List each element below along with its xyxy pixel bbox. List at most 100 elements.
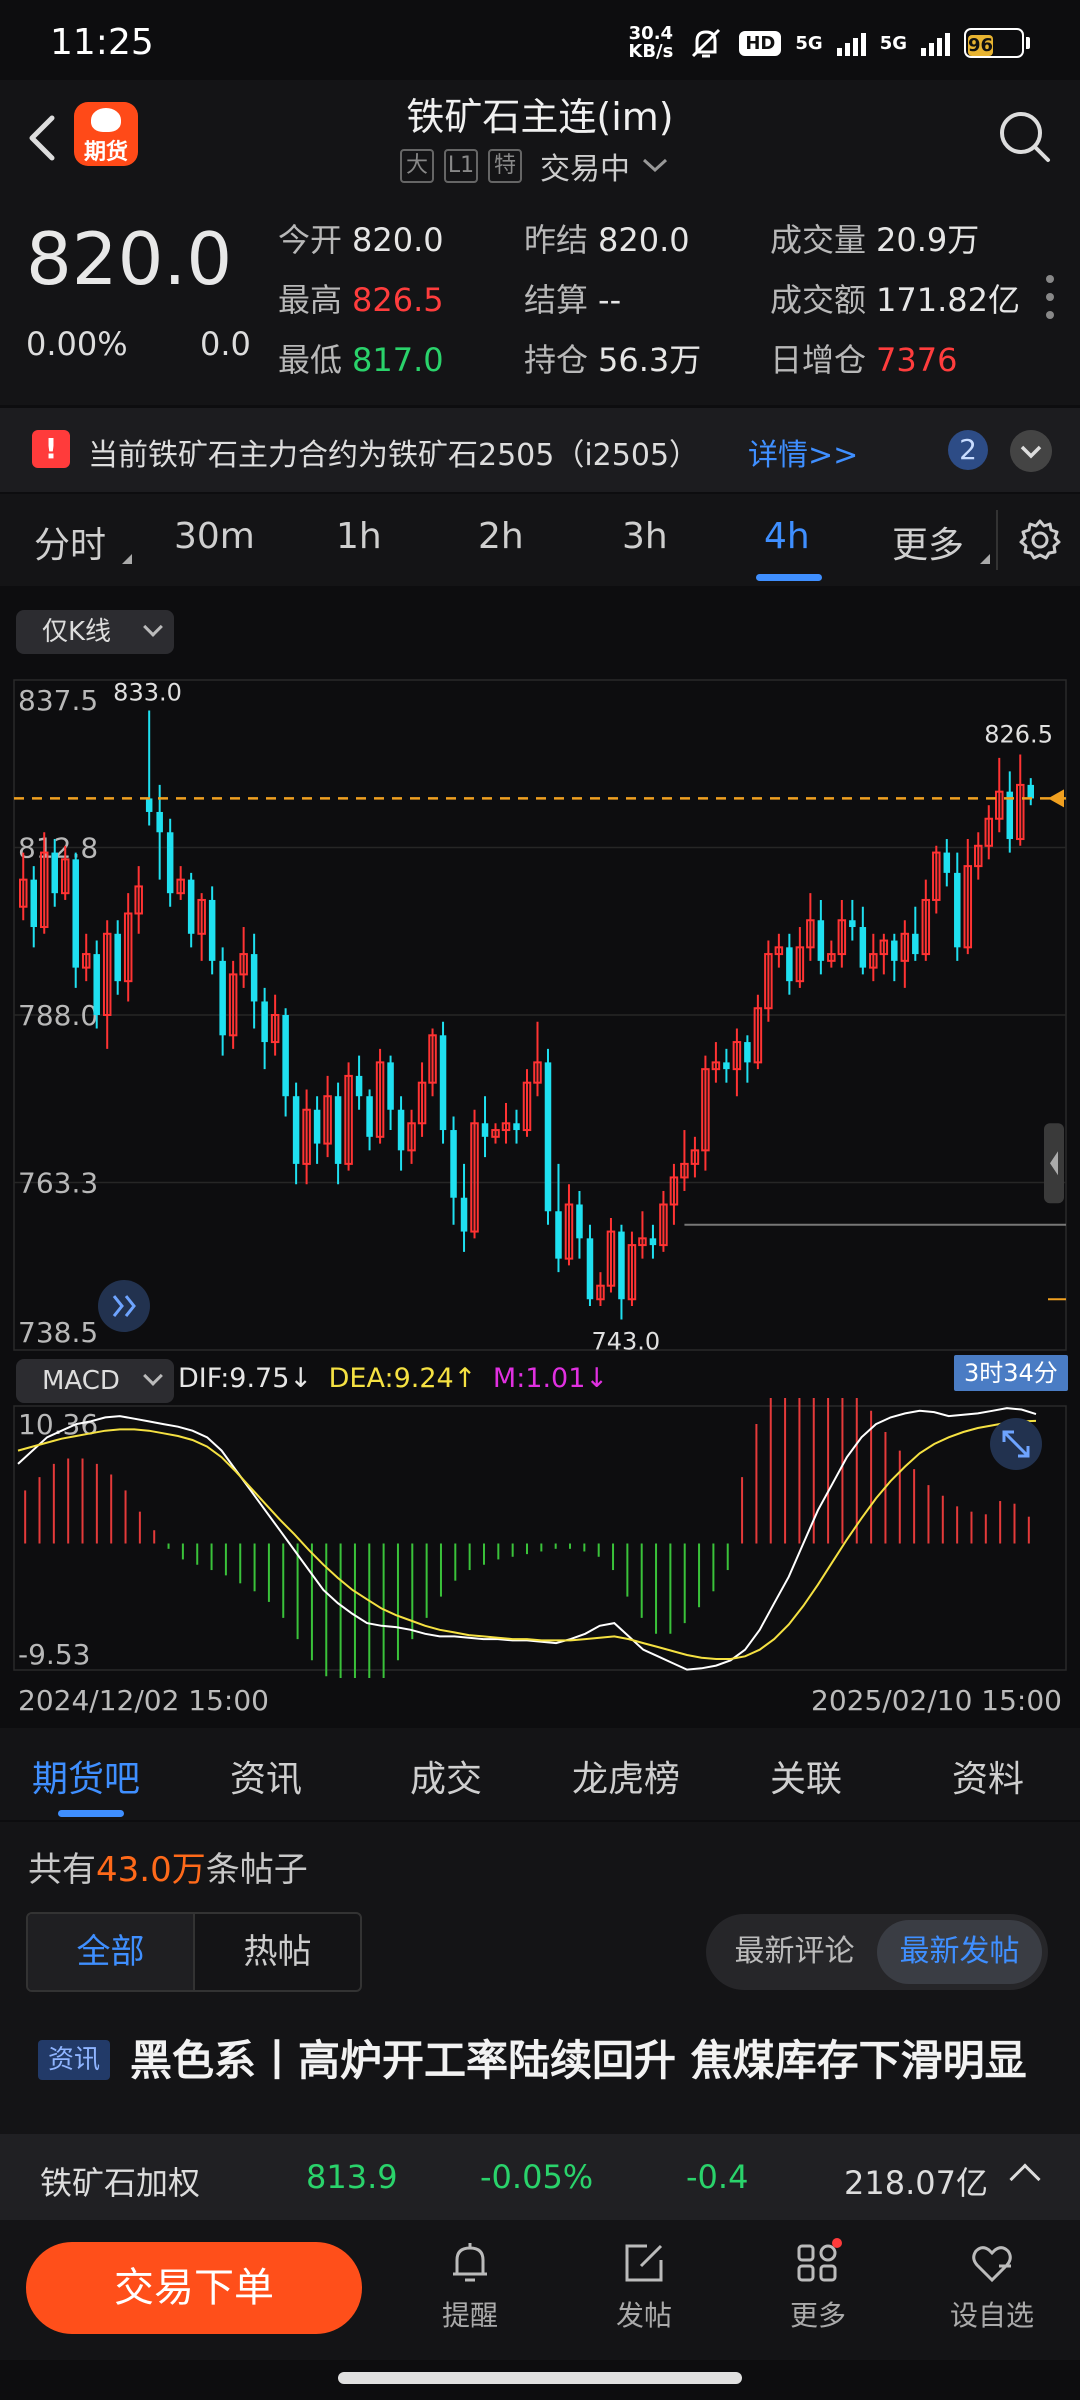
candle-body <box>292 1096 300 1164</box>
dea-line <box>17 1419 1037 1660</box>
weighted-ticker[interactable]: 铁矿石加权 813.9 -0.05% -0.4 218.07亿 <box>0 2134 1080 2220</box>
indicator-label: MACD <box>42 1366 120 1396</box>
notice-detail-link[interactable]: 详情>> <box>748 430 858 474</box>
post-filter: 全部 热帖 <box>26 1912 362 1992</box>
section-tab-forum[interactable]: 期货吧 <box>32 1750 140 1802</box>
network-type-2: 5G <box>879 32 907 54</box>
section-tab-profile[interactable]: 资料 <box>952 1750 1024 1802</box>
tag-big: 大 <box>400 149 434 183</box>
ticker-price: 813.9 <box>306 2158 398 2196</box>
candle-body <box>30 879 37 928</box>
y-tick-label: 738.5 <box>18 1316 98 1349</box>
macd-tick-label: 10.36 <box>18 1408 98 1441</box>
candle-body <box>817 920 825 961</box>
dif-value: DIF:9.75↓ <box>178 1363 313 1394</box>
gear-icon[interactable] <box>1018 518 1062 562</box>
candle-body <box>282 1015 289 1097</box>
nav-watchlist[interactable]: 设自选 <box>932 2238 1052 2334</box>
y-tick-label: 837.5 <box>18 684 98 717</box>
chevron-down-icon <box>143 1366 163 1386</box>
kline-mode-dropdown[interactable]: 仅K线 <box>16 610 174 654</box>
chart-end-date: 2025/02/10 15:00 <box>811 1684 1062 1717</box>
section-tab-leaderboard[interactable]: 龙虎榜 <box>572 1750 680 1802</box>
period-tab-30m[interactable]: 30m <box>174 516 255 557</box>
nav-watchlist-label: 设自选 <box>949 2299 1034 2332</box>
filter-all[interactable]: 全部 <box>28 1914 193 1990</box>
candle-body <box>51 852 58 894</box>
signal-icon <box>921 30 950 56</box>
sort-latest-post[interactable]: 最新发帖 <box>877 1920 1042 1984</box>
quote-open: 今开 820.0 <box>278 221 444 259</box>
candle-body <box>334 1096 342 1164</box>
chevron-down-icon[interactable] <box>1010 430 1052 472</box>
nav-more[interactable]: 更多 <box>758 2238 878 2334</box>
change-value: 0.0 <box>200 325 251 363</box>
indicator-dropdown[interactable]: MACD <box>16 1359 174 1403</box>
nav-alert[interactable]: 提醒 <box>410 2238 530 2334</box>
period-tabs: 分时 30m 1h 2h 3h 4h 更多 <box>0 494 1080 586</box>
period-tab-1h[interactable]: 1h <box>336 516 382 557</box>
section-tab-trades[interactable]: 成交 <box>410 1750 482 1802</box>
post-sort: 最新评论 最新发帖 <box>706 1914 1048 1990</box>
candle-body <box>250 954 258 1002</box>
chevron-up-icon[interactable] <box>1009 2163 1041 2195</box>
signal-icon <box>836 30 866 56</box>
candle-body <box>586 1238 594 1300</box>
bell-icon <box>453 2243 487 2282</box>
ticker-amount: 218.07亿 <box>844 2164 988 2202</box>
logo-text: 期货 <box>83 140 128 165</box>
search-icon[interactable] <box>996 108 1052 164</box>
section-tab-news[interactable]: 资讯 <box>230 1750 302 1802</box>
max-price-label: 833.0 <box>113 678 182 706</box>
network-speed-unit: KB/s <box>628 41 674 62</box>
section-tab-related[interactable]: 关联 <box>770 1750 842 1802</box>
kline-chart[interactable]: 837.5 812.8 788.0 763.3 738.5 833.0 743.0 826.5 <box>0 676 1080 1356</box>
battery-icon: 96 <box>964 28 1030 58</box>
candle-body <box>261 1001 268 1043</box>
candle-body <box>912 933 919 955</box>
contract-tags[interactable]: 大 L1 特 交易中 <box>400 144 670 188</box>
chart-start-date: 2024/12/02 15:00 <box>18 1684 269 1717</box>
notice-banner[interactable]: ! 当前铁矿石主力合约为铁矿石2505（i2505） 详情>> 2 <box>0 408 1080 492</box>
m-value: M:1.01↓ <box>492 1363 609 1394</box>
nav-alert-label: 提醒 <box>441 2299 498 2332</box>
page-title: 铁矿石主连(im) <box>406 95 674 139</box>
period-tab-3h[interactable]: 3h <box>622 516 668 557</box>
candle-body <box>166 832 174 894</box>
notice-text: 当前铁矿石主力合约为铁矿石2505（i2505） <box>88 438 700 473</box>
network-type-1: 5G <box>795 32 823 54</box>
period-tab-2h[interactable]: 2h <box>478 516 524 557</box>
more-vertical-icon[interactable] <box>1046 275 1056 319</box>
mute-bell-icon <box>692 28 721 58</box>
candle-body <box>187 879 195 934</box>
macd-chart[interactable]: 10.36 -9.53 <box>0 1398 1080 1678</box>
candle-body <box>954 872 961 948</box>
macd-tick-label: -9.53 <box>18 1638 90 1671</box>
nav-post[interactable]: 发帖 <box>584 2238 704 2334</box>
dea-value: DEA:9.24↑ <box>328 1363 477 1394</box>
sort-latest-comment[interactable]: 最新评论 <box>712 1920 877 1984</box>
tag-l1: L1 <box>444 149 478 183</box>
candle-body <box>1027 784 1035 799</box>
candle-body <box>397 1109 405 1151</box>
period-tab-4h[interactable]: 4h <box>764 516 810 557</box>
status-time: 11:25 <box>50 22 154 63</box>
candle-body <box>93 954 100 1015</box>
filter-hot[interactable]: 热帖 <box>193 1914 360 1990</box>
quote-open-interest: 持仓 56.3万 <box>524 341 702 379</box>
divider <box>996 510 998 570</box>
candle-body <box>576 1204 583 1239</box>
candle-body <box>618 1231 625 1300</box>
period-tab-more[interactable]: 更多 <box>892 516 964 568</box>
post-count: 共有43.0万条帖子 <box>28 1850 308 1890</box>
candle-body <box>544 1062 552 1212</box>
active-tab-indicator <box>58 1810 124 1817</box>
ticker-name: 铁矿石加权 <box>40 2164 201 2202</box>
candle-body <box>513 1123 520 1131</box>
period-tab-timeshare[interactable]: 分时 <box>34 516 106 568</box>
quote-high: 最高 826.5 <box>278 281 444 319</box>
place-order-button[interactable]: 交易下单 <box>26 2242 362 2334</box>
post-title[interactable]: 黑色系丨高炉开工率陆续回升 焦煤库存下滑明显 <box>130 2028 1050 2094</box>
recent-high-label: 826.5 <box>984 720 1053 748</box>
change-percent: 0.00% <box>26 325 128 363</box>
